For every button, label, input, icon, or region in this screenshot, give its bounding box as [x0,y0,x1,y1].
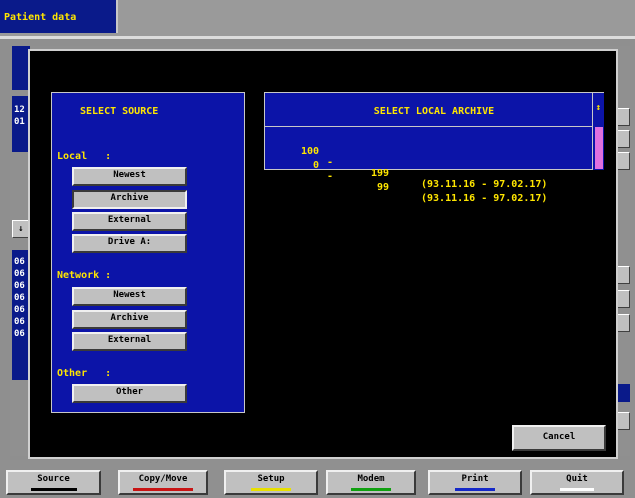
other-label: Other : [57,368,112,379]
bg-list-number: 06 [14,269,25,279]
local-newest-button[interactable]: Newest [72,167,187,186]
toolbar-underline [133,488,193,491]
other-button[interactable]: Other [72,384,187,403]
bg-side-button[interactable] [616,314,630,332]
toolbar-quit-button[interactable]: Quit [530,470,624,495]
drive-a-button[interactable]: Drive A: [72,234,187,253]
archive-header-divider [265,126,603,127]
title-bar: Patient data [0,0,635,36]
network-label: Network : [57,270,112,281]
toolbar-underline [455,488,495,491]
network-archive-button[interactable]: Archive [72,310,187,329]
bg-list-number: 06 [14,281,25,291]
toolbar-source-button[interactable]: Source [6,470,101,495]
archive-dates: (93.11.16 - 97.02.17) [421,193,548,204]
toolbar-underline [560,488,594,491]
network-external-button[interactable]: External [72,332,187,351]
bg-side-button[interactable] [616,412,630,430]
archive-row[interactable]: 100 - 199 (93.11.16 - 97.02.17) [265,135,593,190]
bg-list-number: 06 [14,257,25,267]
toolbar-label: Setup [257,474,285,484]
select-source-title: SELECT SOURCE [80,106,159,117]
patient-data-tab[interactable]: Patient data [0,0,118,33]
scroll-updown-icon[interactable]: ↕ [593,103,604,113]
toolbar-underline [30,488,77,491]
toolbar-setup-button[interactable]: Setup [224,470,318,495]
local-label: Local : [57,151,112,162]
window-title: Patient data [4,12,77,23]
toolbar-label: Print [461,474,489,484]
toolbar-label: Copy/Move [138,474,188,484]
archive-dates: (93.11.16 - 97.02.17) [421,179,548,190]
bg-side-button[interactable] [616,266,630,284]
select-local-archive-title: SELECT LOCAL ARCHIVE [373,106,495,117]
archive-to: 99 [376,182,389,193]
bg-number: 01 [14,117,25,127]
network-newest-button[interactable]: Newest [72,287,187,306]
bg-side-button[interactable] [616,108,630,126]
bg-list-number: 06 [14,305,25,315]
archive-row[interactable]: 0 - 99 (93.11.16 - 97.02.17) [265,149,593,204]
archive-scrollbar[interactable]: ↕ [592,93,604,170]
local-external-button[interactable]: External [72,212,187,231]
toolbar-label: Modem [357,474,385,484]
toolbar-label: Quit [566,474,588,484]
cancel-button[interactable]: Cancel [512,425,606,451]
bg-number: 12 [14,105,25,115]
toolbar-modem-button[interactable]: Modem [326,470,416,495]
toolbar-underline [351,488,391,491]
bg-list-number: 06 [14,329,25,339]
bg-side-button[interactable] [616,290,630,308]
select-local-archive-panel: SELECT LOCAL ARCHIVE 100 - 199 (93.11.16… [264,92,604,204]
bg-side-button[interactable] [616,152,630,170]
toolbar-underline [251,488,291,491]
archive-from: 0 [312,160,319,171]
toolbar-copy-move-button[interactable]: Copy/Move [118,470,208,495]
bg-side-block [616,384,630,402]
toolbar-print-button[interactable]: Print [428,470,522,495]
local-archive-button[interactable]: Archive [72,190,187,209]
bg-list-number: 06 [14,293,25,303]
bg-side-button[interactable] [616,130,630,148]
title-divider [0,36,635,39]
bg-list-number: 06 [14,317,25,327]
select-source-panel: SELECT SOURCE Local : Newest Archive Ext… [51,92,245,413]
toolbar-label: Source [37,474,70,484]
archive-to: 199 [370,168,389,179]
scroll-thumb[interactable] [595,127,603,169]
